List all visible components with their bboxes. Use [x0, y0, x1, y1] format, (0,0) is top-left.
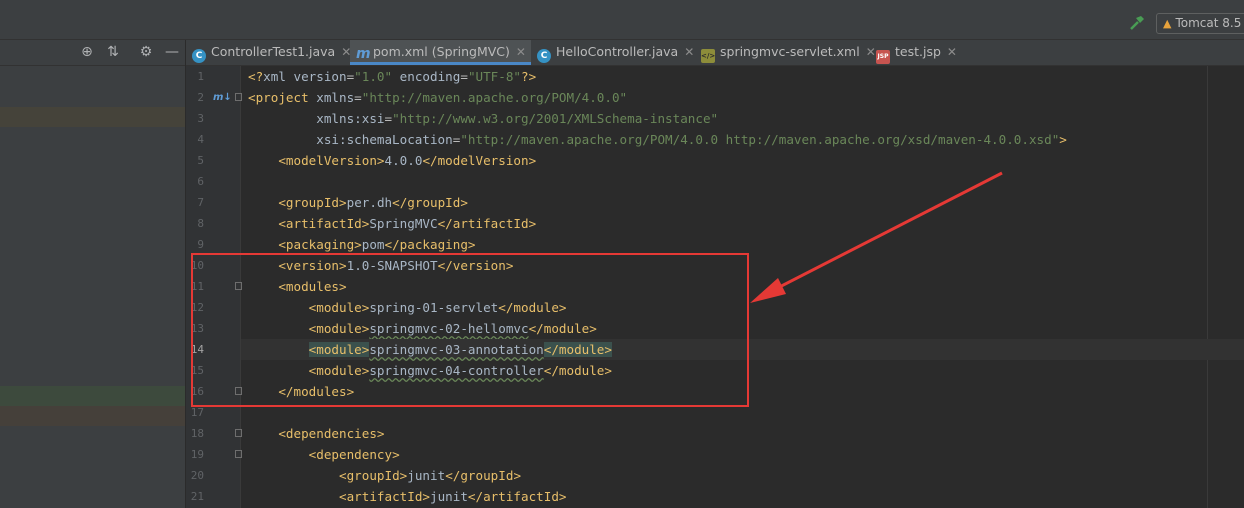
window-title-bar	[0, 0, 1244, 10]
tab-springmvc-servlet[interactable]: </> springmvc-servlet.xml ✕	[695, 40, 876, 65]
maven-gutter-icon[interactable]: m↓	[213, 87, 232, 108]
code-text: <dependency>	[308, 447, 400, 462]
code-line[interactable]: 1 <?xml version="1.0" encoding="UTF-8"?>	[197, 66, 1244, 87]
code-text: <artifactId>junit</artifactId>	[339, 489, 567, 504]
line-number: 19	[190, 448, 204, 461]
line-number: 20	[190, 469, 204, 482]
run-configuration-selector[interactable]: ▲ Tomcat 8.5	[1156, 13, 1244, 34]
code-line[interactable]: 2 m↓ <project xmlns="http://maven.apache.o…	[197, 87, 1244, 108]
code-text: <groupId>junit</groupId>	[339, 468, 522, 483]
tab-hellocontroller[interactable]: C HelloController.java ✕	[531, 40, 695, 65]
code-line[interactable]: 20 <groupId>junit</groupId>	[191, 465, 1244, 486]
maven-icon: m	[356, 46, 371, 62]
tab-pom-xml[interactable]: m pom.xml (SpringMVC) ✕	[350, 40, 531, 65]
run-config-label: Tomcat 8.5	[1175, 16, 1242, 30]
jsp-icon: JSP	[876, 50, 890, 64]
tab-label: pom.xml (SpringMVC)	[373, 44, 510, 59]
project-tree-row-highlighted[interactable]	[0, 406, 185, 426]
close-icon[interactable]: ✕	[947, 45, 957, 59]
editor-tab-bar: C ControllerTest1.java ✕ m pom.xml (SpringM…	[186, 40, 1244, 66]
line-number: 2	[197, 91, 204, 104]
fold-icon[interactable]	[235, 429, 242, 437]
tab-label: springmvc-servlet.xml	[720, 44, 860, 59]
line-number: 6	[197, 175, 204, 188]
project-tree-row-highlighted[interactable]	[0, 107, 185, 127]
code-line[interactable]: 18 <dependencies>	[191, 423, 1244, 444]
close-icon[interactable]: ✕	[684, 45, 694, 59]
tab-label: HelloController.java	[556, 44, 679, 59]
code-line[interactable]: 5 <modelVersion>4.0.0</modelVersion>	[197, 150, 1244, 171]
line-number: 9	[197, 238, 204, 251]
tomcat-icon: ▲	[1163, 17, 1172, 30]
line-number: 5	[197, 154, 204, 167]
hammer-icon[interactable]	[1126, 14, 1148, 34]
line-number: 3	[197, 112, 204, 125]
line-number: 8	[197, 217, 204, 230]
tab-test-jsp[interactable]: JSP test.jsp ✕	[870, 40, 960, 65]
close-icon[interactable]: ✕	[516, 45, 526, 59]
annotation-highlight-box	[191, 253, 749, 407]
tab-label: ControllerTest1.java	[211, 44, 336, 59]
code-text: <?xml version="1.0" encoding="UTF-8"?>	[248, 69, 537, 84]
code-line[interactable]: 3 xmlns:xsi="http://www.w3.org/2001/XMLS…	[197, 108, 1244, 129]
minimize-icon[interactable]: —	[162, 42, 182, 62]
project-tool-window: ⊕ ⇅ ⚙ —	[0, 40, 185, 508]
tab-label: test.jsp	[895, 44, 941, 59]
class-icon: C	[537, 49, 551, 63]
xml-icon: </>	[701, 49, 715, 63]
gear-icon[interactable]: ⚙	[136, 42, 156, 62]
line-number: 1	[197, 70, 204, 83]
code-text: <modelVersion>4.0.0</modelVersion>	[278, 153, 537, 168]
crosshair-icon[interactable]: ⊕	[77, 42, 97, 62]
project-tool-window-header: ⊕ ⇅ ⚙ —	[0, 40, 185, 66]
code-line[interactable]: 19 <dependency>	[191, 444, 1244, 465]
main-toolbar: ▲ Tomcat 8.5	[0, 10, 1244, 40]
code-text: xsi:schemaLocation="http://maven.apache.…	[248, 132, 1067, 147]
project-tree-row-highlighted[interactable]	[0, 386, 185, 406]
code-text: <project xmlns="http://maven.apache.org/…	[248, 90, 628, 105]
code-line[interactable]: 4 xsi:schemaLocation="http://maven.apach…	[197, 129, 1244, 150]
collapse-icon[interactable]: ⇅	[103, 42, 123, 62]
line-number: 7	[197, 196, 204, 209]
annotation-arrow	[750, 171, 1003, 303]
code-text: xmlns:xsi="http://www.w3.org/2001/XMLSch…	[248, 111, 719, 126]
code-text: <dependencies>	[278, 426, 385, 441]
fold-icon[interactable]	[235, 93, 242, 101]
line-number: 21	[190, 490, 204, 503]
line-number: 4	[197, 133, 204, 146]
code-line[interactable]: 21 <artifactId>junit</artifactId>	[191, 486, 1244, 507]
fold-icon[interactable]	[235, 450, 242, 458]
class-icon: C	[192, 49, 206, 63]
code-text: <artifactId>SpringMVC</artifactId>	[278, 216, 537, 231]
tab-controllertest1[interactable]: C ControllerTest1.java ✕	[186, 40, 351, 65]
code-text: <packaging>pom</packaging>	[278, 237, 476, 252]
line-number: 18	[190, 427, 204, 440]
code-text: <groupId>per.dh</groupId>	[278, 195, 468, 210]
